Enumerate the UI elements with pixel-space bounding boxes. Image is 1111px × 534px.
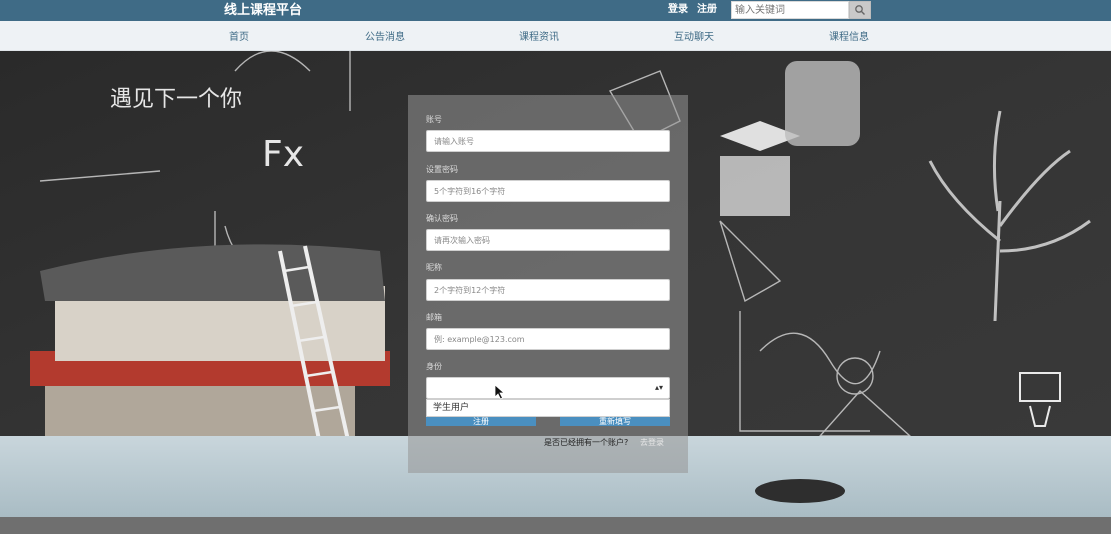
site-title[interactable]: 线上课程平台 [224, 2, 302, 19]
top-header: 线上课程平台 登录 注册 [0, 0, 1111, 21]
role-select[interactable]: ▴▾ [426, 377, 670, 399]
nav-item-announcements[interactable]: 公告消息 [365, 31, 405, 44]
nav-item-course-info[interactable]: 课程信息 [829, 31, 869, 44]
select-arrows-icon: ▴▾ [654, 383, 663, 392]
nickname-label: 昵称 [426, 263, 442, 272]
nav-item-home[interactable]: 首页 [229, 31, 249, 44]
register-form-panel: 账号 设置密码 确认密码 昵称 邮箱 身份 ▴▾ 学生用户 注册 重新填写 是否… [408, 95, 688, 473]
main-nav: 首页 公告消息 课程资讯 互动聊天 课程信息 [0, 21, 1111, 51]
nav-item-chat[interactable]: 互动聊天 [674, 31, 714, 44]
role-option-student[interactable]: 学生用户 [426, 399, 670, 417]
role-label: 身份 [426, 362, 442, 371]
search-button[interactable] [849, 1, 871, 19]
chalk-formula: Fx [262, 134, 304, 175]
email-input[interactable] [426, 328, 670, 350]
search-input[interactable] [731, 1, 849, 19]
password-input[interactable] [426, 180, 670, 202]
nav-item-course-news[interactable]: 课程资讯 [519, 31, 559, 44]
account-input[interactable] [426, 130, 670, 152]
go-login-link[interactable]: 去登录 [640, 438, 664, 448]
confirm-password-label: 确认密码 [426, 214, 458, 223]
nickname-input[interactable] [426, 279, 670, 301]
email-label: 邮箱 [426, 313, 442, 322]
bottom-strip [0, 517, 1111, 534]
account-label: 账号 [426, 115, 442, 124]
register-link[interactable]: 注册 [697, 3, 717, 17]
submit-register-button[interactable]: 注册 [426, 417, 536, 426]
reset-button[interactable]: 重新填写 [560, 417, 670, 426]
login-link[interactable]: 登录 [668, 3, 688, 17]
confirm-password-input[interactable] [426, 229, 670, 251]
mouse-cursor-icon [494, 384, 506, 400]
password-label: 设置密码 [426, 165, 458, 174]
search-icon [855, 5, 865, 15]
has-account-text: 是否已经拥有一个账户? [544, 438, 629, 447]
chalk-text: 遇见下一个你 [110, 87, 242, 112]
